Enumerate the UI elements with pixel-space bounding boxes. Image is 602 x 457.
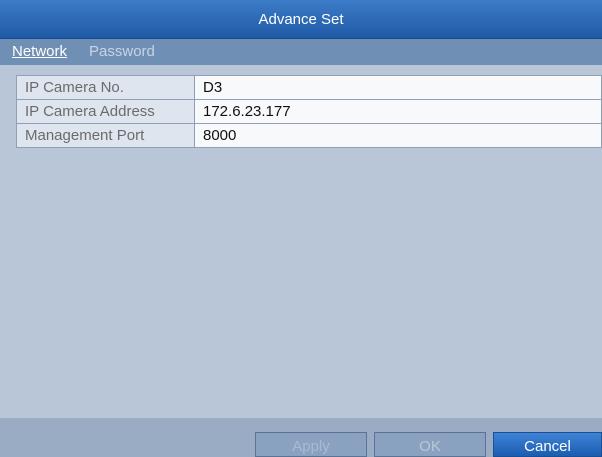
table-row: IP Camera No. D3 bbox=[16, 75, 602, 100]
management-port-label: Management Port bbox=[16, 123, 195, 148]
ip-camera-no-value: D3 bbox=[194, 75, 602, 100]
ok-button[interactable]: OK bbox=[374, 432, 486, 457]
ip-camera-no-label: IP Camera No. bbox=[16, 75, 195, 100]
table-row: IP Camera Address 172.6.23.177 bbox=[16, 99, 602, 124]
cancel-button[interactable]: Cancel bbox=[493, 432, 602, 457]
settings-table: IP Camera No. D3 IP Camera Address 172.6… bbox=[16, 75, 602, 148]
ip-camera-address-field[interactable]: 172.6.23.177 bbox=[194, 99, 602, 124]
tab-bar: Network Password bbox=[0, 39, 602, 65]
ip-camera-address-label: IP Camera Address bbox=[16, 99, 195, 124]
tab-network[interactable]: Network bbox=[12, 42, 67, 62]
advance-set-dialog: Advance Set Network Password IP Camera N… bbox=[0, 0, 602, 457]
apply-button[interactable]: Apply bbox=[255, 432, 367, 457]
dialog-title: Advance Set bbox=[0, 0, 602, 39]
management-port-field[interactable]: 8000 bbox=[194, 123, 602, 148]
table-row: Management Port 8000 bbox=[16, 123, 602, 148]
tab-password[interactable]: Password bbox=[89, 42, 155, 62]
